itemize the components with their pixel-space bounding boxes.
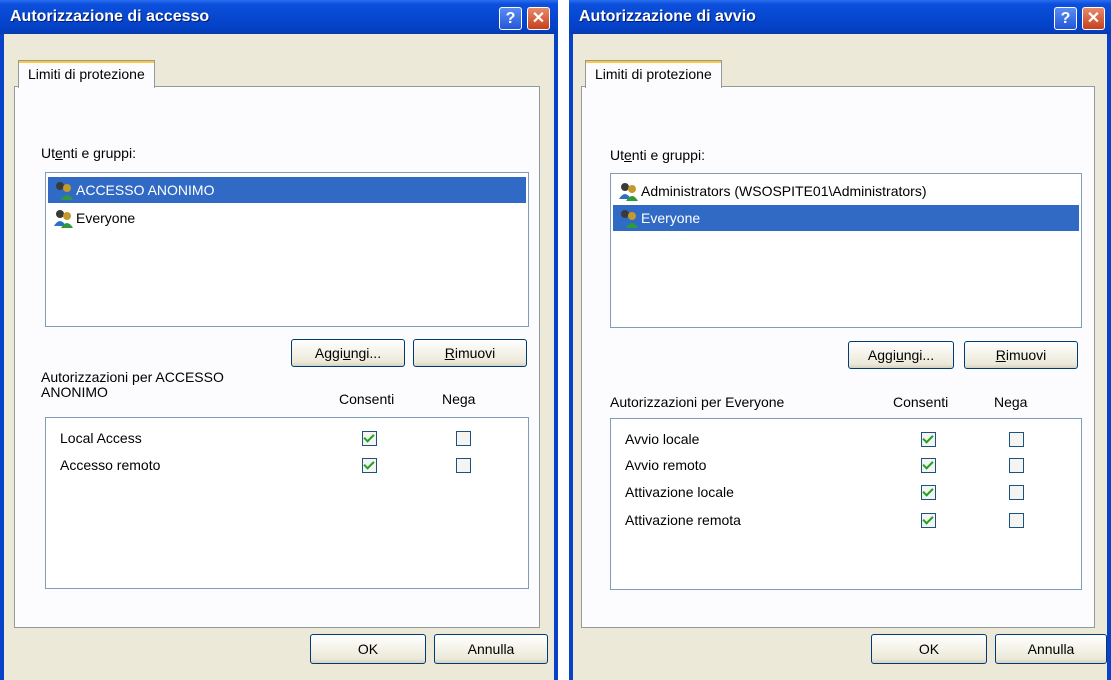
dialog-body: Limiti di protezione Utenti e gruppi: AC… xyxy=(4,34,554,680)
list-item-administrators[interactable]: Administrators (WSOSPITE01\Administrator… xyxy=(613,178,927,204)
dialog-title: Autorizzazione di accesso xyxy=(10,8,210,25)
deny-checkbox[interactable] xyxy=(456,458,471,473)
allow-checkbox[interactable] xyxy=(921,513,936,528)
ok-button[interactable]: OK xyxy=(871,634,987,664)
user-group-icon xyxy=(54,210,73,228)
allow-checkbox[interactable] xyxy=(921,458,936,473)
user-group-icon xyxy=(619,210,638,228)
users-groups-label: Utenti e gruppi: xyxy=(610,147,705,163)
deny-checkbox[interactable] xyxy=(1009,485,1024,500)
deny-checkbox[interactable] xyxy=(1009,513,1024,528)
user-name: ACCESSO ANONIMO xyxy=(76,182,215,198)
users-list[interactable]: Administrators (WSOSPITE01\Administrator… xyxy=(610,173,1082,328)
close-button[interactable]: ✕ xyxy=(1082,7,1105,30)
list-item-everyone[interactable]: Everyone xyxy=(613,205,1079,231)
user-name: Everyone xyxy=(641,210,701,226)
launch-permission-dialog: Autorizzazione di avvio ? ✕ Limiti di pr… xyxy=(569,0,1111,680)
tab-panel: Utenti e gruppi: ACCESSO ANONIMO Everyon… xyxy=(14,86,540,628)
permissions-list: Local Access Accesso remoto xyxy=(45,417,529,589)
allow-checkbox[interactable] xyxy=(362,431,377,446)
title-bar[interactable]: Autorizzazione di avvio ? ✕ xyxy=(569,0,1111,34)
permission-label: Local Access xyxy=(60,430,142,446)
user-name: Everyone xyxy=(76,210,136,226)
title-bar[interactable]: Autorizzazione di accesso ? ✕ xyxy=(0,0,558,34)
list-item-everyone[interactable]: Everyone xyxy=(48,205,135,231)
permission-label: Accesso remoto xyxy=(60,457,161,473)
remove-button[interactable]: Rimuovi xyxy=(413,339,527,367)
dialog-body: Limiti di protezione Utenti e gruppi: Ad… xyxy=(573,34,1107,680)
permission-label: Avvio remoto xyxy=(625,457,707,473)
cancel-button[interactable]: Annulla xyxy=(995,634,1107,664)
dialog-title: Autorizzazione di avvio xyxy=(579,8,756,25)
permissions-label: Autorizzazioni per Everyone xyxy=(610,394,785,410)
help-button[interactable]: ? xyxy=(499,7,522,30)
deny-header: Nega xyxy=(442,391,476,407)
permission-label: Attivazione locale xyxy=(625,484,734,500)
deny-checkbox[interactable] xyxy=(456,431,471,446)
help-button[interactable]: ? xyxy=(1054,7,1077,30)
ok-button[interactable]: OK xyxy=(310,634,426,664)
allow-header: Consenti xyxy=(893,394,949,410)
allow-checkbox[interactable] xyxy=(921,432,936,447)
users-list[interactable]: ACCESSO ANONIMO Everyone xyxy=(45,172,529,327)
user-group-icon xyxy=(619,183,638,201)
users-groups-label: Utenti e gruppi: xyxy=(41,145,136,161)
close-button[interactable]: ✕ xyxy=(527,7,550,30)
tab-panel: Utenti e gruppi: Administrators (WSOSPIT… xyxy=(581,86,1095,628)
allow-checkbox[interactable] xyxy=(362,458,377,473)
remove-button[interactable]: Rimuovi xyxy=(964,341,1078,369)
deny-checkbox[interactable] xyxy=(1009,432,1024,447)
add-button[interactable]: Aggiungi... xyxy=(291,339,405,367)
allow-checkbox[interactable] xyxy=(921,485,936,500)
access-permission-dialog: Autorizzazione di accesso ? ✕ Limiti di … xyxy=(0,0,558,680)
allow-header: Consenti xyxy=(339,391,395,407)
deny-checkbox[interactable] xyxy=(1009,458,1024,473)
add-button[interactable]: Aggiungi... xyxy=(848,341,954,369)
deny-header: Nega xyxy=(994,394,1028,410)
permission-label: Avvio locale xyxy=(625,431,700,447)
permissions-list: Avvio locale Avvio remoto Attivazione lo… xyxy=(610,418,1082,590)
cancel-button[interactable]: Annulla xyxy=(434,634,548,664)
user-group-icon xyxy=(54,182,73,200)
tab-security-limits[interactable]: Limiti di protezione xyxy=(18,60,155,88)
list-item-accesso-anonimo[interactable]: ACCESSO ANONIMO xyxy=(48,177,526,203)
permissions-label: Autorizzazioni per ACCESSO ANONIMO xyxy=(41,369,224,400)
permission-label: Attivazione remota xyxy=(625,512,741,528)
tab-security-limits[interactable]: Limiti di protezione xyxy=(585,60,722,88)
user-name: Administrators (WSOSPITE01\Administrator… xyxy=(641,183,927,199)
